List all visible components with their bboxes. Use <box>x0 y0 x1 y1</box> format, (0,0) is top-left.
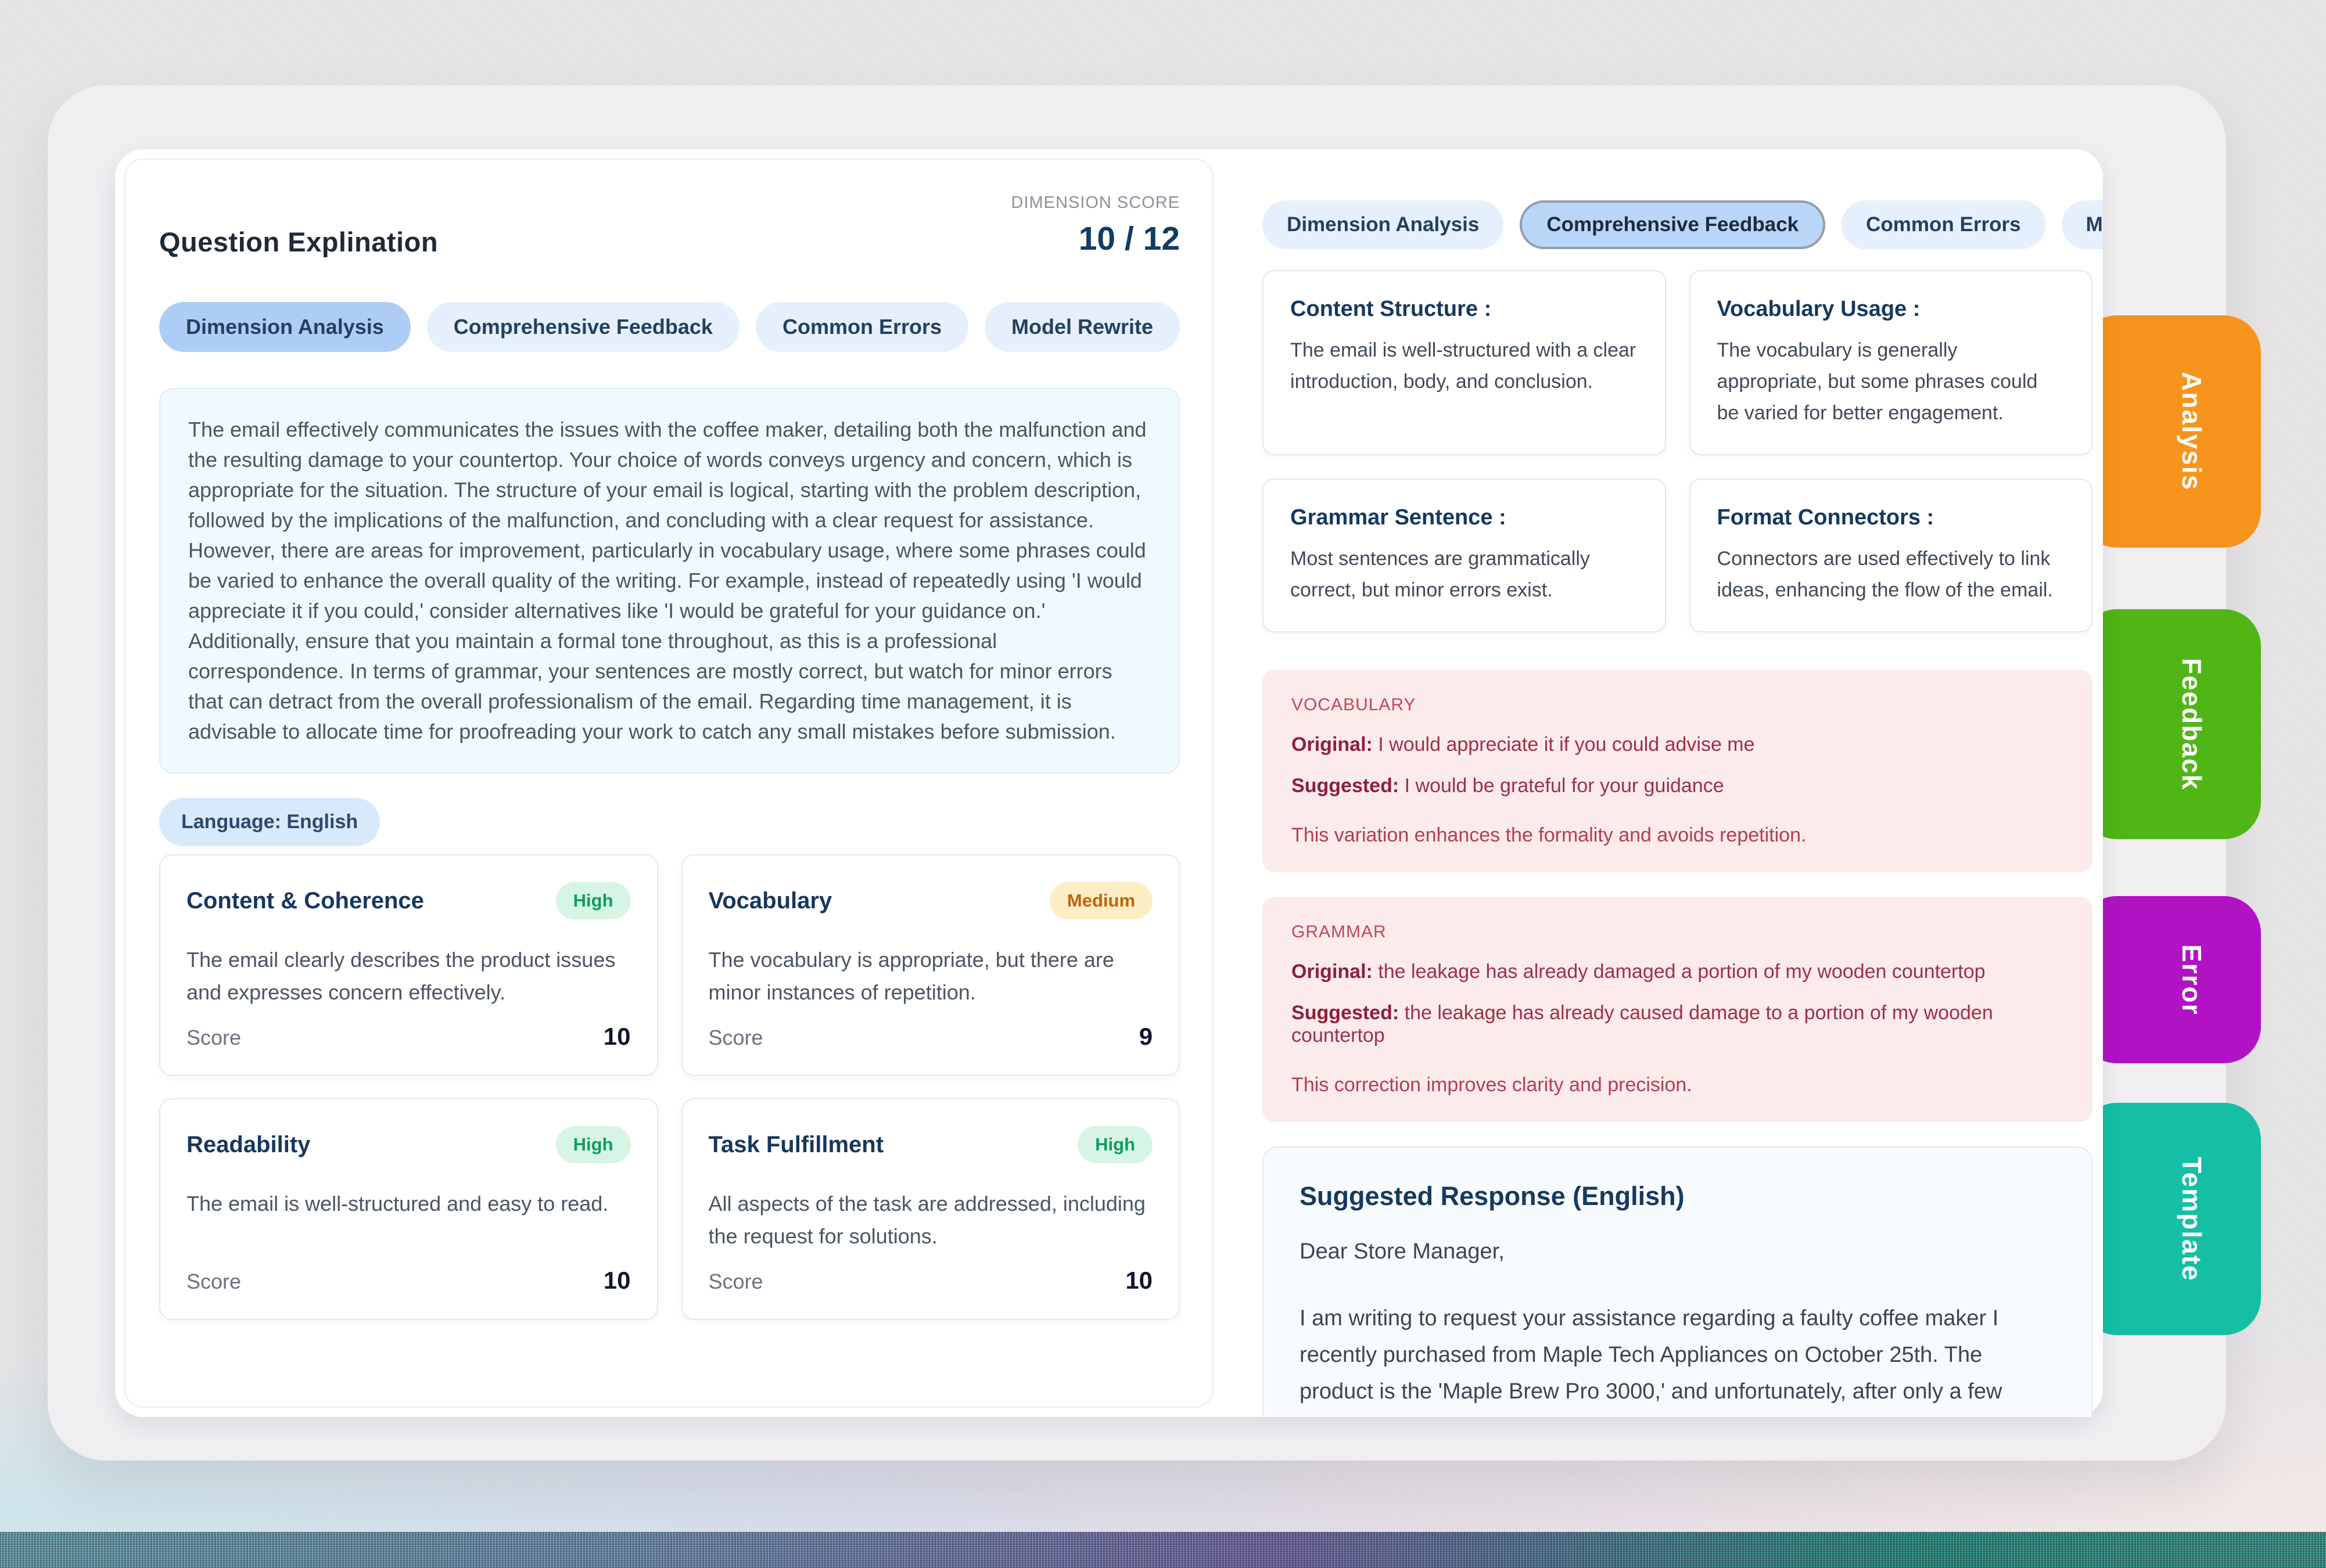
suggested-text: I would be grateful for your guidance <box>1399 775 1724 797</box>
level-badge: Medium <box>1050 882 1153 919</box>
tab-label: Model Rewrite <box>1011 315 1153 339</box>
dimension-card-title: Vocabulary <box>709 888 832 914</box>
dimension-card-readability: Readability High The email is well-struc… <box>159 1098 658 1320</box>
left-tab-row: Dimension Analysis Comprehensive Feedbac… <box>159 302 1180 352</box>
tab-dimension-analysis[interactable]: Dimension Analysis <box>1262 200 1503 249</box>
dimension-card-vocabulary: Vocabulary Medium The vocabulary is appr… <box>681 854 1180 1076</box>
tab-common-errors[interactable]: Common Errors <box>1842 200 2045 249</box>
left-panel-header: Question Explination DIMENSION SCORE 10 … <box>159 193 1180 258</box>
language-badge: Language: English <box>159 798 380 846</box>
correction-category: VOCABULARY <box>1291 695 2063 715</box>
question-explanation-panel: Question Explination DIMENSION SCORE 10 … <box>124 159 1214 1408</box>
feedback-card-title: Vocabulary Usage : <box>1717 297 2065 322</box>
side-tab-error[interactable]: Error <box>2080 896 2261 1063</box>
dimension-card-description: All aspects of the task are addressed, i… <box>709 1188 1153 1253</box>
suggested-response-card: Suggested Response (English) Dear Store … <box>1262 1146 2092 1417</box>
tab-label: Model Rewrite <box>2086 213 2103 236</box>
suggested-label: Suggested: <box>1291 775 1399 797</box>
dimension-card-title: Content & Coherence <box>186 888 424 914</box>
right-tab-row: Dimension Analysis Comprehensive Feedbac… <box>1262 200 2092 249</box>
original-label: Original: <box>1291 961 1373 983</box>
dimension-score-block: DIMENSION SCORE 10 / 12 <box>1011 193 1180 258</box>
tab-label: Comprehensive Feedback <box>454 315 713 339</box>
side-tab-template[interactable]: Template <box>2080 1103 2261 1335</box>
side-tab-error-label: Error <box>2133 944 2207 1015</box>
side-tab-feedback[interactable]: Feedback <box>2080 609 2261 839</box>
suggested-response-salutation: Dear Store Manager, <box>1300 1239 2055 1264</box>
tab-label: Comprehensive Feedback <box>1546 213 1799 236</box>
score-value: 10 <box>604 1267 631 1294</box>
side-tab-analysis[interactable]: Analysis <box>2080 315 2261 548</box>
bottom-gradient-band <box>0 1532 2326 1568</box>
side-tab-template-label: Template <box>2133 1157 2207 1282</box>
tab-label: Common Errors <box>1866 213 2020 236</box>
original-text: I would appreciate it if you could advis… <box>1373 733 1755 756</box>
dimension-card-title: Readability <box>186 1132 310 1158</box>
feedback-card-title: Content Structure : <box>1290 297 1638 322</box>
tab-comprehensive-feedback[interactable]: Comprehensive Feedback <box>427 302 740 352</box>
dimension-card-description: The email is well-structured and easy to… <box>186 1188 631 1220</box>
correction-original: Original: I would appreciate it if you c… <box>1291 733 2063 756</box>
dimension-card-content-coherence: Content & Coherence High The email clear… <box>159 854 658 1076</box>
feedback-card-grammar-sentence: Grammar Sentence : Most sentences are gr… <box>1262 479 1665 632</box>
feedback-card-text: Most sentences are grammatically correct… <box>1290 543 1638 606</box>
desktop-background: Analysis Feedback Error Template Questio… <box>0 0 2326 1568</box>
score-value: 10 <box>1125 1267 1153 1294</box>
tab-comprehensive-feedback[interactable]: Comprehensive Feedback <box>1520 200 1825 249</box>
side-tab-strip: Analysis Feedback Error Template <box>2080 85 2261 1461</box>
feedback-card-text: The email is well-structured with a clea… <box>1290 335 1638 397</box>
original-label: Original: <box>1291 733 1373 756</box>
feedback-cards-grid: Content Structure : The email is well-st… <box>1262 270 2092 632</box>
side-tab-analysis-label: Analysis <box>2133 372 2207 491</box>
suggested-label: Suggested: <box>1291 1002 1399 1024</box>
level-badge: High <box>556 882 631 919</box>
tab-common-errors[interactable]: Common Errors <box>756 302 968 352</box>
feedback-card-title: Grammar Sentence : <box>1290 505 1638 530</box>
score-label: Score <box>709 1269 763 1294</box>
correction-category: GRAMMAR <box>1291 922 2063 942</box>
feedback-card-title: Format Connectors : <box>1717 505 2065 530</box>
correction-suggested: Suggested: the leakage has already cause… <box>1291 1002 2063 1047</box>
level-badge: High <box>1078 1126 1153 1163</box>
dimension-score-label: DIMENSION SCORE <box>1011 193 1180 213</box>
comprehensive-feedback-panel: Dimension Analysis Comprehensive Feedbac… <box>1223 149 2103 1417</box>
main-card: Question Explination DIMENSION SCORE 10 … <box>115 149 2103 1417</box>
tab-model-rewrite[interactable]: Model Rewrite <box>985 302 1180 352</box>
dimension-card-description: The email clearly describes the product … <box>186 944 631 1009</box>
score-label: Score <box>709 1026 763 1050</box>
dimension-score-value: 10 / 12 <box>1011 220 1180 258</box>
tab-label: Common Errors <box>782 315 942 339</box>
original-text: the leakage has already damaged a portio… <box>1373 961 1986 983</box>
tab-dimension-analysis[interactable]: Dimension Analysis <box>159 302 411 352</box>
correction-note: This correction improves clarity and pre… <box>1291 1074 2063 1096</box>
correction-note: This variation enhances the formality an… <box>1291 824 2063 847</box>
dimension-cards-grid: Content & Coherence High The email clear… <box>159 854 1180 1320</box>
feedback-card-format-connectors: Format Connectors : Connectors are used … <box>1689 479 2092 632</box>
suggested-response-body: I am writing to request your assistance … <box>1300 1300 2055 1417</box>
dimension-card-task-fulfillment: Task Fulfillment High All aspects of the… <box>681 1098 1180 1320</box>
app-container: Analysis Feedback Error Template Questio… <box>48 85 2226 1461</box>
tab-model-rewrite[interactable]: Model Rewrite <box>2062 200 2103 249</box>
dimension-analysis-text: The email effectively communicates the i… <box>159 388 1180 774</box>
correction-original: Original: the leakage has already damage… <box>1291 961 2063 983</box>
correction-suggested: Suggested: I would be grateful for your … <box>1291 775 2063 797</box>
score-label: Score <box>186 1026 241 1050</box>
page-title: Question Explination <box>159 226 438 258</box>
tab-label: Dimension Analysis <box>1287 213 1479 236</box>
feedback-card-content-structure: Content Structure : The email is well-st… <box>1262 270 1665 455</box>
dimension-card-title: Task Fulfillment <box>709 1132 884 1158</box>
correction-card-vocabulary: VOCABULARY Original: I would appreciate … <box>1262 670 2092 872</box>
score-value: 10 <box>604 1023 631 1051</box>
dimension-card-description: The vocabulary is appropriate, but there… <box>709 944 1153 1009</box>
correction-card-grammar: GRAMMAR Original: the leakage has alread… <box>1262 897 2092 1122</box>
feedback-card-text: The vocabulary is generally appropriate,… <box>1717 335 2065 429</box>
score-label: Score <box>186 1269 241 1294</box>
side-tab-feedback-label: Feedback <box>2133 658 2207 790</box>
feedback-card-vocabulary-usage: Vocabulary Usage : The vocabulary is gen… <box>1689 270 2092 455</box>
tab-label: Dimension Analysis <box>186 315 384 339</box>
level-badge: High <box>556 1126 631 1163</box>
suggested-response-title: Suggested Response (English) <box>1300 1181 2055 1211</box>
feedback-card-text: Connectors are used effectively to link … <box>1717 543 2065 606</box>
score-value: 9 <box>1139 1023 1153 1051</box>
